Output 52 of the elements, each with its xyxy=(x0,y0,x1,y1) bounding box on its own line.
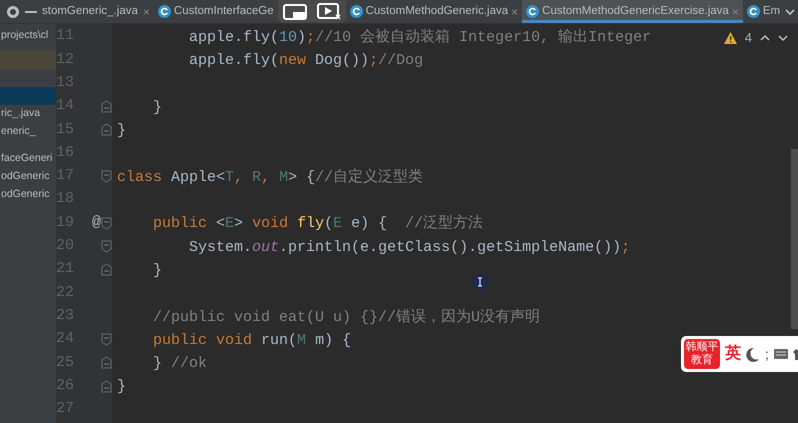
tree-item[interactable]: odGeneric xyxy=(0,186,56,204)
code-line: //public void eat(U u) {}//错误，因为U没有声明 xyxy=(152,308,540,328)
fold-icon[interactable] xyxy=(101,333,112,346)
tree-item[interactable]: odGeneric xyxy=(0,168,56,186)
code-line: } xyxy=(116,377,126,398)
code-line: } xyxy=(116,121,126,142)
editor-tab[interactable]: CustomInterfaceGe xyxy=(154,0,278,23)
code-line: } //ok xyxy=(152,354,208,374)
code-line: System.out.println(e.getClass().getSimpleName()); xyxy=(188,238,630,258)
punctuation-mode[interactable]: ; xyxy=(765,344,769,364)
close-icon[interactable]: × xyxy=(142,2,150,20)
fold-icon[interactable] xyxy=(101,240,112,253)
next-icon[interactable] xyxy=(778,32,788,43)
ime-logo: 韩顺平教育 xyxy=(684,339,720,369)
code-line: public <E> void fly(E e) { //泛型方法 xyxy=(152,213,484,234)
code-line: } xyxy=(152,98,162,118)
editor-tab[interactable]: CustomMethodGenericExercise.java × xyxy=(522,0,743,23)
video-sparkle-icon[interactable] xyxy=(316,3,341,20)
fold-icon[interactable] xyxy=(101,216,112,230)
warning-count[interactable]: 4 xyxy=(744,28,752,48)
code-line: apple.fly(new Dog());//Dog xyxy=(188,51,424,72)
text-cursor-icon xyxy=(472,274,488,290)
code-line: class Apple<T, R, M> {//自定义泛型类 xyxy=(116,167,424,188)
tree-item[interactable]: eneric_ xyxy=(0,123,56,141)
class-icon xyxy=(158,5,171,18)
scrollbar[interactable] xyxy=(791,149,798,329)
code-line: apple.fly(10);//10 会被自动装箱 Integer10, 输出Integer xyxy=(188,28,652,48)
path-text: projects\cl xyxy=(1,28,48,44)
editor-tab[interactable]: Em xyxy=(742,0,784,23)
moon-icon[interactable] xyxy=(746,346,760,362)
class-icon xyxy=(350,5,363,18)
override-marker[interactable]: @ xyxy=(74,212,101,234)
warning-icon[interactable] xyxy=(724,32,737,44)
unfold-icon[interactable] xyxy=(101,263,112,276)
previous-icon[interactable] xyxy=(760,32,770,43)
unfold-icon[interactable] xyxy=(101,356,112,370)
class-icon xyxy=(526,5,540,18)
fold-icon[interactable] xyxy=(101,170,112,183)
code-line: } xyxy=(152,260,162,281)
unfold-icon[interactable] xyxy=(101,380,112,393)
tree-item[interactable]: faceGeneri xyxy=(0,150,56,168)
class-icon xyxy=(746,5,760,18)
unfold-icon[interactable] xyxy=(101,123,112,136)
tab-label[interactable]: stomGeneric_.java xyxy=(42,2,138,20)
code-line: public void run(M m) { xyxy=(152,330,352,351)
editor-tab[interactable]: CustomMethodGeneric.java × xyxy=(346,0,522,23)
keyboard-icon[interactable] xyxy=(774,349,788,359)
settings-icon[interactable] xyxy=(6,4,20,18)
input-mode[interactable]: 英 xyxy=(725,342,741,366)
tree-item[interactable]: ric_.java xyxy=(0,105,56,123)
unfold-icon[interactable] xyxy=(101,100,112,114)
picture-in-picture-icon[interactable] xyxy=(282,4,307,20)
